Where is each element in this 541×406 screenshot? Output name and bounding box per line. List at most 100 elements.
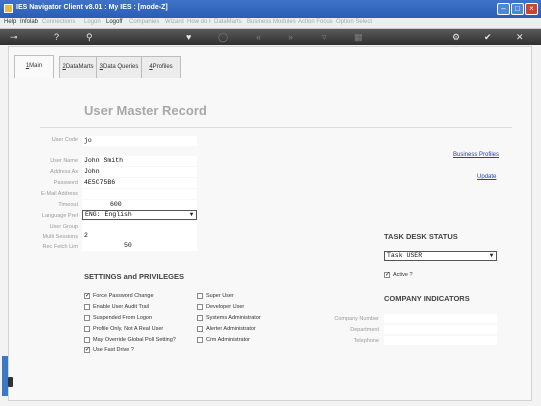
systems-admin-label: Systems Administrator	[206, 315, 261, 321]
developer-user-label: Developer User	[206, 304, 245, 310]
close-icon[interactable]: ✕	[516, 31, 524, 43]
active-checkbox[interactable]: ✓	[384, 272, 390, 278]
profile-only-checkbox[interactable]	[84, 326, 90, 332]
toolbar: ⊸ ? ⚲ ♥ ◯ « » ▿ ▦ ⚙ ✔ ✕	[0, 29, 541, 45]
menu-companies[interactable]: Companies	[129, 19, 159, 25]
override-poll-label: May Override Global Poll Setting?	[93, 337, 176, 343]
divider	[40, 127, 512, 128]
task-desk-select[interactable]: Task USER ▼	[384, 251, 497, 261]
enable-audit-trail-label: Enable User Audit Trail	[93, 304, 149, 310]
rec-fetch-label: Rec Fetch Lim	[42, 244, 78, 250]
close-window-button[interactable]: ×	[525, 3, 538, 15]
user-code-label: User Code	[51, 137, 78, 143]
menu-help[interactable]: Help	[4, 19, 16, 25]
language-select[interactable]: ENG: English ▼	[82, 210, 197, 220]
menu-action-focus[interactable]: Action Focus	[298, 19, 333, 25]
developer-user-checkbox[interactable]	[197, 304, 203, 310]
language-value: ENG: English	[85, 211, 132, 218]
menu-how-do-i[interactable]: How do I	[187, 19, 211, 25]
check-icon[interactable]: ✔	[484, 31, 492, 43]
suspended-from-logon-checkbox[interactable]	[84, 315, 90, 321]
user-code-field[interactable]: jo	[82, 136, 197, 146]
profile-only-label: Profile Only, Not A Real User	[93, 326, 164, 332]
active-label: Active ?	[393, 272, 413, 278]
telephone-label: Telephone	[353, 338, 379, 344]
maximize-button[interactable]: □	[511, 3, 524, 15]
override-poll-checkbox[interactable]	[84, 337, 90, 343]
address-as-field[interactable]: John	[82, 167, 197, 177]
menu-logon[interactable]: Logon	[84, 19, 101, 25]
user-group-label: User Group	[49, 224, 78, 230]
grid-icon[interactable]: ▦	[354, 31, 363, 43]
page-title: User Master Record	[84, 103, 207, 118]
settings-title: SETTINGS and PRIVILEGES	[84, 272, 185, 281]
user-group-field[interactable]	[82, 221, 197, 231]
tab-main[interactable]: 1Main	[14, 55, 54, 78]
side-marker-icon	[8, 377, 13, 387]
super-user-checkbox[interactable]	[197, 293, 203, 299]
side-strip	[2, 356, 8, 396]
task-desk-title: TASK DESK STATUS	[384, 232, 458, 241]
multi-sessions-field[interactable]: 2	[82, 231, 197, 241]
address-as-label: Address As	[50, 169, 78, 175]
company-number-field[interactable]	[384, 314, 497, 323]
use-fast-drive-label: Use Fast Drive ?	[93, 347, 134, 353]
alerter-admin-label: Alerter Administrator	[206, 326, 256, 332]
update-link[interactable]: Update	[477, 174, 496, 180]
menu-connections[interactable]: Connections	[42, 19, 75, 25]
suspended-from-logon-label: Suspended From Logon	[93, 315, 153, 321]
menu-bar: Help Infolab Connections Logon Logoff Co…	[0, 18, 541, 29]
menu-wizard[interactable]: Wizard	[165, 19, 184, 25]
timeout-label: Timeout	[58, 202, 78, 208]
enable-audit-trail-checkbox[interactable]	[84, 304, 90, 310]
password-label: Password	[53, 180, 78, 186]
key-icon[interactable]: ⊸	[10, 31, 18, 43]
use-fast-drive-checkbox[interactable]: ✓	[84, 347, 90, 353]
ring-icon[interactable]: ◯	[218, 31, 228, 43]
menu-option-select[interactable]: Option Select	[336, 19, 372, 25]
company-indicators-title: COMPANY INDICATORS	[384, 294, 470, 303]
force-password-change-label: Force Password Change	[93, 293, 154, 299]
minimize-button[interactable]: –	[497, 3, 510, 15]
title-bar: IES Navigator Client v8.01 : My IES : [m…	[0, 0, 541, 18]
menu-logoff[interactable]: Logoff	[106, 19, 123, 25]
email-label: E-Mail Address	[41, 191, 78, 197]
help-icon[interactable]: ?	[54, 31, 59, 43]
gear-icon[interactable]: ⚙	[452, 31, 460, 43]
heart-icon[interactable]: ♥	[186, 31, 191, 43]
forward-icon[interactable]: »	[288, 31, 293, 43]
force-password-change-checkbox[interactable]: ✓	[84, 293, 90, 299]
password-field[interactable]: 4E5C75B6	[82, 178, 197, 188]
chevron-down-icon: ▼	[189, 211, 194, 218]
back-icon[interactable]: «	[256, 31, 261, 43]
user-name-field[interactable]: John Smith	[82, 156, 197, 166]
business-profiles-link[interactable]: Business Profiles	[453, 152, 499, 158]
super-user-label: Super User	[206, 293, 234, 299]
crm-admin-label: Crm Administrator	[206, 337, 251, 343]
department-label: Department	[350, 327, 379, 333]
tab-datamarts[interactable]: 2DataMarts	[59, 56, 97, 78]
menu-business-modules[interactable]: Business Modules	[247, 19, 296, 25]
tab-data-queries[interactable]: 3Data Queries	[96, 56, 142, 78]
telephone-field[interactable]	[384, 336, 497, 345]
systems-admin-checkbox[interactable]	[197, 315, 203, 321]
search-icon[interactable]: ⚲	[86, 31, 93, 43]
menu-datamarts[interactable]: DataMarts	[214, 19, 242, 25]
chevron-down-icon: ▼	[489, 252, 494, 259]
user-name-label: User Name	[50, 158, 78, 164]
window-title: IES Navigator Client v8.01 : My IES : [m…	[16, 4, 168, 11]
email-field[interactable]	[82, 189, 197, 199]
app-icon	[4, 4, 13, 13]
rec-fetch-field[interactable]: 50	[82, 241, 197, 251]
department-field[interactable]	[384, 325, 497, 334]
crm-admin-checkbox[interactable]	[197, 337, 203, 343]
alerter-admin-checkbox[interactable]	[197, 326, 203, 332]
multi-sessions-label: Multi Sessions	[42, 234, 78, 240]
menu-infolab[interactable]: Infolab	[20, 19, 38, 25]
filter-icon[interactable]: ▿	[322, 31, 327, 43]
timeout-field[interactable]: 600	[82, 200, 197, 210]
language-label: Language Pref	[41, 213, 78, 219]
company-number-label: Company Number	[334, 316, 379, 322]
task-desk-value: Task USER	[387, 252, 423, 259]
tab-profiles[interactable]: 4Profiles	[141, 56, 181, 78]
